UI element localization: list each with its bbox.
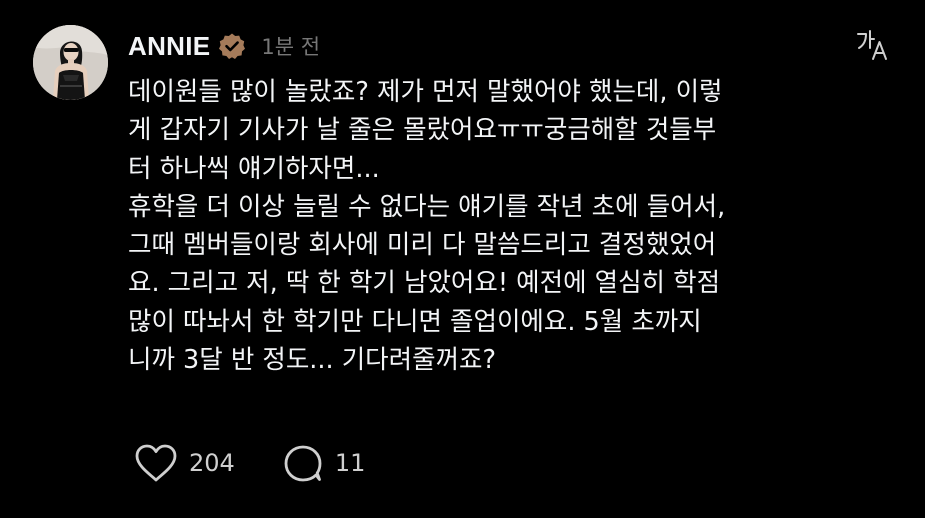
post-body-line: 그때 멤버들이랑 회사에 미리 다 말씀드리고 결정했었어 — [128, 230, 717, 261]
post-timestamp: 1분 전 — [261, 35, 321, 59]
username[interactable]: ANNIE — [128, 31, 210, 62]
post-body: 데이원들 많이 놀랐죠? 제가 먼저 말했어야 했는데, 이렇 게 갑자기 기사… — [128, 73, 908, 379]
reply-button[interactable]: 11 — [281, 442, 366, 484]
verified-badge-icon — [218, 32, 246, 60]
avatar[interactable] — [33, 25, 108, 100]
reply-count: 11 — [334, 449, 366, 477]
like-button[interactable]: 204 — [133, 442, 235, 484]
post-body-line: 많이 따놔서 한 학기만 다니면 졸업이에요. 5월 초까지 — [128, 306, 702, 337]
translate-button[interactable] — [855, 28, 891, 62]
like-count: 204 — [189, 449, 235, 477]
translate-icon — [857, 30, 887, 60]
thread-post: ANNIE 1분 전 데이원들 많이 놀랐죠? 제가 먼저 말했어야 했는데, … — [0, 0, 925, 518]
post-header: ANNIE 1분 전 — [128, 28, 320, 64]
post-body-line: 요. 그리고 저, 딱 한 학기 남았어요! 예전에 열심히 학점 — [128, 268, 721, 299]
post-body-line: 데이원들 많이 놀랐죠? 제가 먼저 말했어야 했는데, 이렇 — [128, 77, 723, 107]
comment-bubble-icon — [284, 445, 322, 482]
post-body-line: 휴학을 더 이상 늘릴 수 없다는 얘기를 작년 초에 들어서, — [128, 191, 726, 222]
avatar-photo — [33, 25, 108, 100]
post-actions: 204 11 — [133, 441, 365, 485]
post-body-line: 터 하나씩 얘기하자면... — [128, 153, 380, 184]
heart-icon — [135, 444, 177, 482]
post-body-line: 게 갑자기 기사가 날 줄은 몰랐어요ㅠㅠ궁금해할 것들부 — [128, 115, 717, 146]
post-body-line: 니까 3달 반 정도... 기다려줄꺼죠? — [128, 345, 497, 376]
